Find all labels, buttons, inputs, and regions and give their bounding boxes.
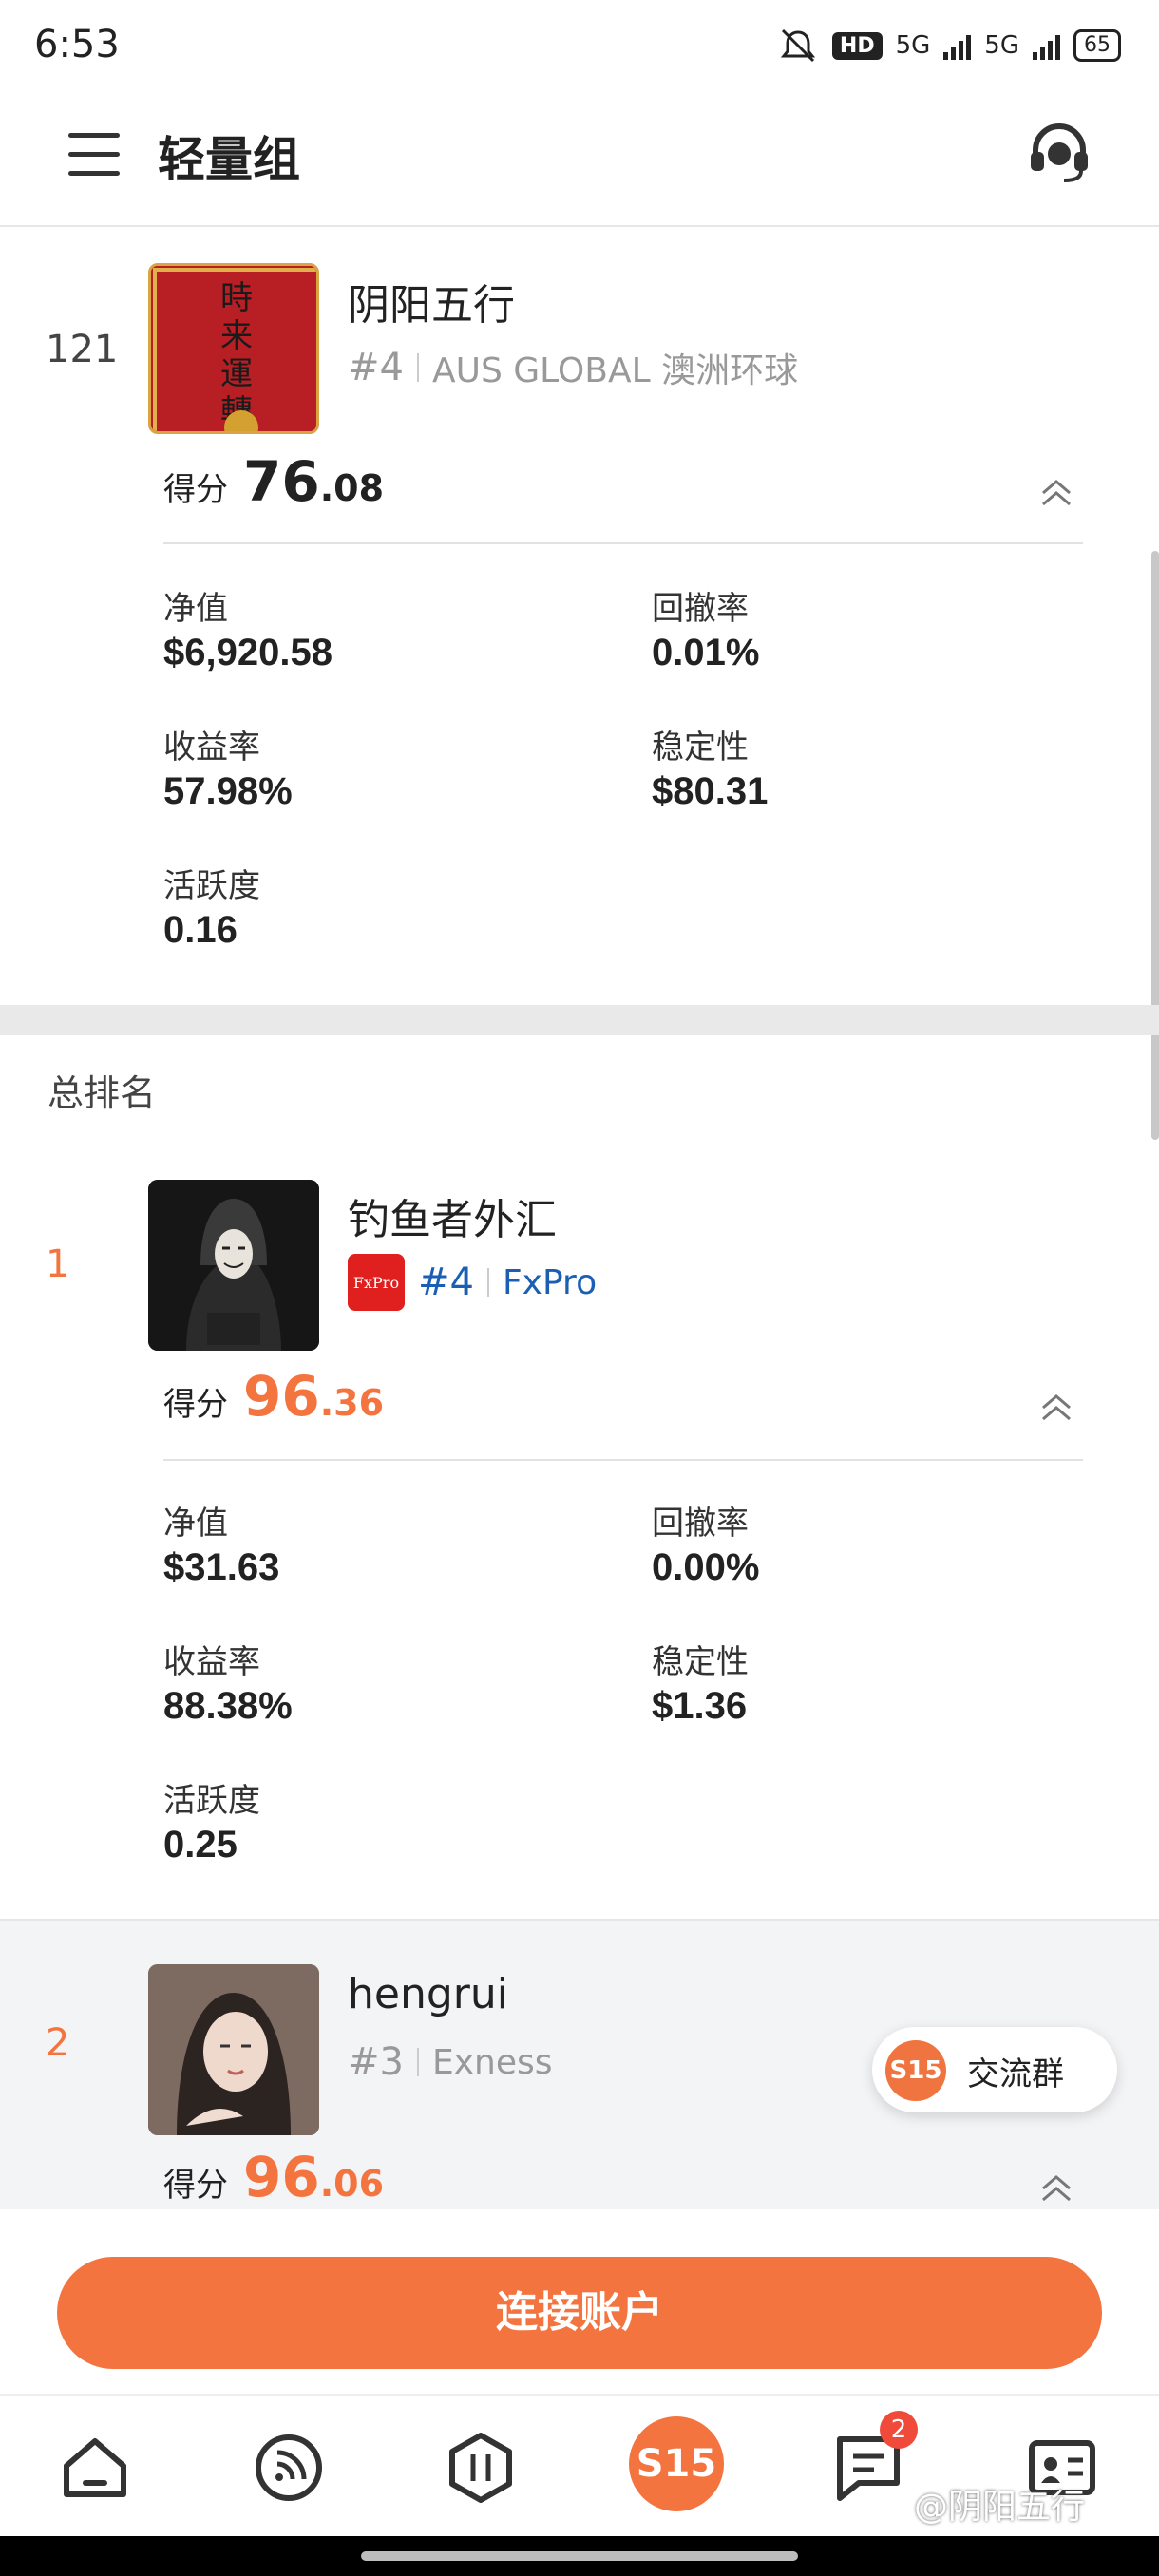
svg-text:時: 時 <box>220 279 253 317</box>
rank-tag: #4 <box>418 1260 474 1304</box>
return-value: 88.38% <box>163 1685 293 1727</box>
status-bar: 6:53 HD 5G 5G 65 <box>0 0 1159 87</box>
equity-label: 净值 <box>163 590 228 628</box>
svg-text:来: 来 <box>220 317 253 355</box>
username: 阴阳五行 <box>348 281 515 330</box>
broker-name: Exness <box>431 2042 553 2082</box>
connect-account-button[interactable]: 连接账户 <box>57 2257 1102 2369</box>
rank-tag: #3 <box>348 2040 404 2084</box>
home-icon[interactable] <box>59 2432 131 2504</box>
battery-icon: 65 <box>1074 29 1121 62</box>
separator <box>486 1268 489 1297</box>
username: hengrui <box>348 1970 508 2018</box>
score-label: 得分 <box>163 1386 228 1424</box>
status-time: 6:53 <box>34 23 120 66</box>
return-label: 收益率 <box>163 729 260 767</box>
chat-group-button[interactable]: S15 交流群 <box>872 2027 1117 2112</box>
rank-tag: #4 <box>348 346 404 389</box>
avatar: 時来運轉 <box>148 263 319 434</box>
avatar <box>148 1964 319 2135</box>
rank-number: 1 <box>46 1242 70 1286</box>
avatar <box>148 1180 319 1351</box>
stability-label: 稳定性 <box>652 1643 749 1681</box>
stability-value: $1.36 <box>652 1685 748 1727</box>
home-gesture-bar[interactable] <box>361 2551 798 2561</box>
headset-icon[interactable] <box>1026 120 1092 186</box>
score: 得分 96 .36 <box>163 1364 384 1429</box>
equity-value: $31.63 <box>163 1546 280 1588</box>
broker-name: FxPro <box>502 1262 598 1302</box>
network-5g-label: 5G <box>895 31 931 60</box>
score-integer: 96 <box>243 2145 320 2209</box>
return-value: 57.98% <box>163 770 293 812</box>
signal-icon <box>943 31 972 60</box>
fxpro-logo-icon: FxPro <box>348 1254 405 1311</box>
watermark: @阴阳五行 <box>914 2488 1086 2527</box>
network-5g-label-2: 5G <box>984 31 1019 60</box>
rank-card-1[interactable]: 1 钓鱼者外汇 FxPro #4 FxPro 得分 96 .36 净值 $31.… <box>0 1140 1159 1921</box>
drawdown-label: 回撤率 <box>652 1505 749 1543</box>
feed-icon[interactable] <box>253 2432 325 2504</box>
activity-label: 活跃度 <box>163 867 260 905</box>
equity-value: $6,920.58 <box>163 632 332 673</box>
divider <box>163 542 1083 544</box>
message-badge: 2 <box>880 2411 918 2449</box>
drawdown-value: 0.01% <box>652 632 760 673</box>
collapse-chevron-icon[interactable] <box>1037 2169 1075 2207</box>
broker-info: #4 AUS GLOBAL 澳洲环球 <box>348 343 798 392</box>
page-title: 轻量组 <box>158 132 300 187</box>
drawdown-value: 0.00% <box>652 1546 760 1588</box>
separator <box>416 2048 419 2076</box>
drawdown-label: 回撤率 <box>652 590 749 628</box>
broker-info: #3 Exness <box>348 2040 553 2084</box>
score-decimal: .08 <box>319 467 385 509</box>
activity-value: 0.16 <box>163 909 238 951</box>
separator <box>416 353 419 382</box>
svg-text:運: 運 <box>220 355 253 393</box>
collapse-chevron-icon[interactable] <box>1037 1389 1075 1427</box>
overall-ranking-title: 总排名 <box>48 1072 157 1114</box>
score: 得分 76 .08 <box>163 449 384 514</box>
stability-label: 稳定性 <box>652 729 749 767</box>
return-label: 收益率 <box>163 1643 260 1681</box>
score-decimal: .36 <box>319 1382 385 1424</box>
app-bar: 轻量组 <box>0 87 1159 227</box>
broker-name: AUS GLOBAL 澳洲环球 <box>431 351 799 390</box>
signal-icon-2 <box>1033 31 1060 60</box>
score-integer: 96 <box>243 1364 320 1429</box>
rank-number: 121 <box>46 328 119 371</box>
hd-indicator: HD <box>831 31 883 60</box>
status-icons: HD 5G 5G 65 <box>777 27 1121 65</box>
s15-center-tab[interactable]: S15 <box>629 2416 724 2511</box>
stability-value: $80.31 <box>652 770 769 812</box>
section-separator <box>0 1005 1159 1035</box>
s15-logo-icon: S15 <box>885 2040 946 2101</box>
score-label: 得分 <box>163 2167 228 2205</box>
score-decimal: .06 <box>319 2163 385 2205</box>
username: 钓鱼者外汇 <box>348 1196 557 1244</box>
broker-info: FxPro #4 FxPro <box>348 1254 597 1311</box>
menu-icon[interactable] <box>68 133 120 177</box>
score-label: 得分 <box>163 471 228 509</box>
collapse-chevron-icon[interactable] <box>1037 474 1075 512</box>
divider <box>163 1459 1083 1461</box>
bottom-action-area: 连接账户 <box>0 2209 1159 2394</box>
rank-number: 2 <box>46 2021 70 2065</box>
score: 得分 96 .06 <box>163 2145 384 2209</box>
equity-label: 净值 <box>163 1505 228 1543</box>
score-integer: 76 <box>243 449 320 514</box>
activity-label: 活跃度 <box>163 1782 260 1820</box>
trade-icon[interactable] <box>445 2432 517 2504</box>
system-nav-bar <box>0 2536 1159 2576</box>
my-rank-card[interactable]: 121 時来運轉 阴阳五行 #4 AUS GLOBAL 澳洲环球 得分 76 .… <box>0 225 1159 1005</box>
mute-icon <box>780 28 816 63</box>
activity-value: 0.25 <box>163 1824 238 1866</box>
chat-group-label: 交流群 <box>967 2055 1064 2093</box>
